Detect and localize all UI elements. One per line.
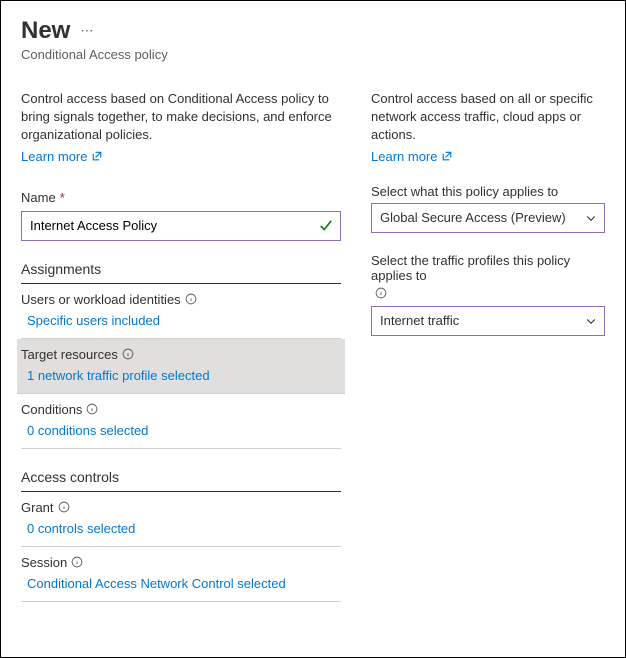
target-item-label: Target resources xyxy=(21,347,118,362)
validation-check-icon xyxy=(319,219,333,233)
more-actions-button[interactable]: ⋯ xyxy=(80,23,94,39)
left-learn-more-link[interactable]: Learn more xyxy=(21,149,103,164)
policy-name-input[interactable] xyxy=(21,211,341,241)
grant-item[interactable]: Grant 0 controls selected xyxy=(21,492,341,547)
applies-to-select[interactable]: Global Secure Access (Preview) xyxy=(371,203,605,233)
external-link-icon xyxy=(441,150,453,162)
session-item-value[interactable]: Conditional Access Network Control selec… xyxy=(27,576,341,591)
traffic-profiles-select[interactable]: Internet traffic xyxy=(371,306,605,336)
info-icon[interactable] xyxy=(58,501,70,513)
session-item[interactable]: Session Conditional Access Network Contr… xyxy=(21,547,341,602)
assignments-section-header: Assignments xyxy=(21,261,341,284)
info-icon[interactable] xyxy=(375,287,387,299)
traffic-profiles-value: Internet traffic xyxy=(380,313,459,328)
applies-to-value: Global Secure Access (Preview) xyxy=(380,210,566,225)
users-item[interactable]: Users or workload identities Specific us… xyxy=(21,284,341,339)
grant-item-value[interactable]: 0 controls selected xyxy=(27,521,341,536)
required-indicator: * xyxy=(60,190,65,205)
access-controls-section-header: Access controls xyxy=(21,469,341,492)
grant-item-label: Grant xyxy=(21,500,54,515)
info-icon[interactable] xyxy=(86,403,98,415)
link-label: Learn more xyxy=(21,149,87,164)
page-title: New xyxy=(21,17,70,45)
session-item-label: Session xyxy=(21,555,67,570)
info-icon[interactable] xyxy=(71,556,83,568)
users-item-value[interactable]: Specific users included xyxy=(27,313,341,328)
name-label-text: Name xyxy=(21,190,56,205)
conditions-item[interactable]: Conditions 0 conditions selected xyxy=(21,394,341,449)
conditions-item-value[interactable]: 0 conditions selected xyxy=(27,423,341,438)
users-item-label: Users or workload identities xyxy=(21,292,181,307)
page-subtitle: Conditional Access policy xyxy=(21,47,605,62)
right-intro-text: Control access based on all or specific … xyxy=(371,90,605,145)
target-item-value[interactable]: 1 network traffic profile selected xyxy=(27,368,341,383)
name-field-label: Name * xyxy=(21,190,341,205)
info-icon[interactable] xyxy=(122,348,134,360)
right-learn-more-link[interactable]: Learn more xyxy=(371,149,453,164)
traffic-profiles-label: Select the traffic profiles this policy … xyxy=(371,253,605,283)
conditions-item-label: Conditions xyxy=(21,402,82,417)
applies-to-label: Select what this policy applies to xyxy=(371,184,605,199)
info-icon[interactable] xyxy=(185,293,197,305)
link-label: Learn more xyxy=(371,149,437,164)
left-intro-text: Control access based on Conditional Acce… xyxy=(21,90,341,145)
external-link-icon xyxy=(91,150,103,162)
target-resources-item[interactable]: Target resources 1 network traffic profi… xyxy=(17,339,345,394)
